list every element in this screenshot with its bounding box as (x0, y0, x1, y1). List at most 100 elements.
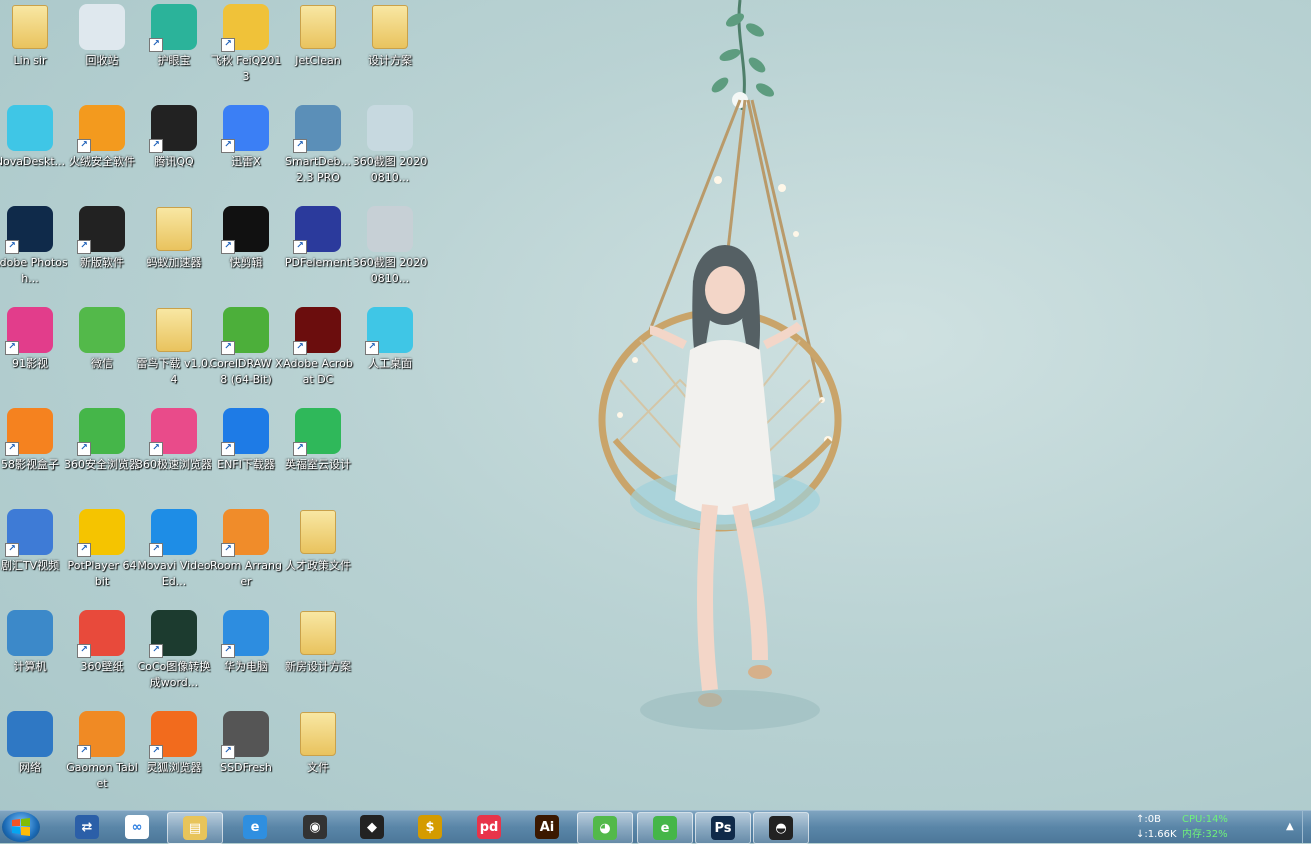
desktop-icon[interactable]: 网络 (0, 709, 66, 809)
desktop-icon[interactable]: ↗ Adobe Photosh... (0, 204, 68, 304)
taskbar-button-wechat-taskbar[interactable]: ◕ (577, 812, 633, 844)
desktop-icon[interactable]: ↗ 飞秋 FeiQ2013 (210, 2, 282, 102)
desktop-icon[interactable]: ↗ CorelDRAW X8 (64-Bit) (209, 305, 283, 405)
user-folder-icon (7, 4, 53, 50)
desktop-icon[interactable]: ↗ Gaomon Tablet (66, 709, 138, 809)
desktop-icon[interactable]: ↗ 灵狐浏览器 (138, 709, 210, 809)
desktop-icon[interactable]: ↗ 360壁纸 (66, 608, 138, 708)
desktop-icon-label: CorelDRAW X8 (64-Bit) (209, 357, 283, 386)
taskbar-button-baidu-netdisk[interactable]: ∞ (110, 812, 164, 842)
desktop-icon[interactable]: ↗ 华为电脑 (210, 608, 282, 708)
start-button[interactable] (2, 812, 40, 842)
qq-penguin-icon: ↗ (149, 105, 197, 153)
show-desktop-button[interactable] (1302, 811, 1311, 843)
taskbar-button-husky-app[interactable]: ◉ (288, 812, 342, 842)
screenshot-thumb-icon (367, 206, 413, 252)
shortcut-arrow-icon: ↗ (293, 240, 307, 254)
video-91-icon: ↗ (5, 307, 53, 355)
desktop-icon-label: 回收站 (85, 54, 119, 67)
taskbar-button-file-explorer[interactable]: ▤ (167, 812, 223, 844)
eye-care-icon: ↗ (149, 4, 197, 52)
desktop-icon[interactable]: 回收站 (66, 2, 138, 102)
taskbar-button-ie-browser[interactable]: e (228, 812, 282, 842)
desktop-icon[interactable]: ↗ 剧汇TV视频 (0, 507, 66, 607)
desktop-icon-label: NovaDeskt... (0, 155, 66, 168)
desktop-icon-label: 雷鸟下载 v1.0.4 (136, 357, 212, 386)
desktop-icon[interactable]: ↗ Movavi Video Ed... (137, 507, 211, 607)
shortcut-arrow-icon: ↗ (221, 442, 235, 456)
desktop-icon[interactable]: 设计方案 (354, 2, 426, 102)
desktop-icon[interactable]: ↗ 迅雷X (210, 103, 282, 203)
shortcut-arrow-icon: ↗ (77, 543, 91, 557)
desktop-icon-label: 快剪辑 (229, 256, 263, 269)
desktop-icon[interactable]: ↗ PotPlayer 64 bit (66, 507, 138, 607)
desktop-icon[interactable]: 蚂蚁加速器 (138, 204, 210, 304)
desktop-icon[interactable]: ↗ 58影视盒子 (0, 406, 66, 506)
desktop-icon[interactable]: ↗ SmartDeb... 2.3 PRO (282, 103, 354, 203)
shortcut-arrow-icon: ↗ (77, 240, 91, 254)
desktop-icon[interactable]: ↗ Room Arranger (210, 507, 282, 607)
desktop-icon[interactable]: ↗ SSDFresh (210, 709, 282, 809)
desktop-icon[interactable]: ↗ 护眼宝 (138, 2, 210, 102)
desktop-icon[interactable]: 文件 (282, 709, 354, 809)
desktop-icon-label: 火绒安全软件 (69, 155, 135, 168)
desktop-icon[interactable]: 雷鸟下载 v1.0.4 (136, 305, 212, 405)
desktop-icon[interactable]: ↗ PDFelement (282, 204, 354, 304)
tray-expand-icon[interactable]: ▲ (1286, 821, 1294, 832)
desktop-icon[interactable]: 360截图 20200810... (352, 103, 428, 203)
folder-icon (367, 4, 413, 50)
desktop-icon-label: SmartDeb... 2.3 PRO (285, 155, 351, 184)
desktop-icon[interactable]: ↗ 腾讯QQ (138, 103, 210, 203)
desktop-icon-label: 迅雷X (231, 155, 261, 168)
desktop-icon[interactable]: ↗ ENFI下载器 (210, 406, 282, 506)
desktop-icon-label: Adobe Acrobat DC (283, 357, 353, 386)
desktop-icon[interactable]: ↗ 360极速浏览器 (136, 406, 212, 506)
desktop-icon[interactable]: ↗ 360安全浏览器 (64, 406, 140, 506)
desktop-icon-label: 飞秋 FeiQ2013 (210, 54, 282, 83)
desktop-icon[interactable]: ↗ 火绒安全软件 (66, 103, 138, 203)
desktop-icon-label: 华为电脑 (224, 660, 268, 673)
desktop-icon-label: Room Arranger (210, 559, 282, 588)
shortcut-arrow-icon: ↗ (149, 442, 163, 456)
desktop-icon[interactable]: ↗ 人工桌面 (354, 305, 426, 405)
taskbar-button-photoshop-taskbar[interactable]: Ps (695, 812, 751, 844)
wallpaper-swing-girl (598, 0, 842, 730)
desktop-icon[interactable]: 计算机 (0, 608, 66, 708)
desktop-icon[interactable]: ↗ 快剪辑 (210, 204, 282, 304)
folder-doc-icon (295, 610, 341, 656)
desktop-icon-label: Lin sir (13, 54, 47, 67)
desktop-icon[interactable]: JetClean (282, 2, 354, 102)
taskbar-button-qq-taskbar[interactable]: ◓ (753, 812, 809, 844)
desktop-icon[interactable]: ↗ 英福室云设计 (282, 406, 354, 506)
desktop-icon-label: 360截图 20200810... (352, 155, 428, 184)
download-speed: ↓:1.66K (1136, 829, 1177, 840)
enfi-downloader-icon: ↗ (221, 408, 269, 456)
taskbar-button-remote-desktop[interactable]: ⇄ (60, 812, 114, 842)
desktop-icon-label: 蚂蚁加速器 (146, 256, 202, 269)
wallpaper-360-icon: ↗ (77, 610, 125, 658)
desktop-icon[interactable]: 360截图 20200810... (353, 204, 427, 304)
desktop-icon[interactable]: 微信 (66, 305, 138, 405)
desktop-icon[interactable]: ↗ CoCo图像转换成word... (138, 608, 210, 708)
nova-desktop-icon: ↗ (365, 307, 413, 355)
desktop-icon[interactable]: 新房设计方案 (282, 608, 354, 708)
taskbar-button-360-browser-taskbar[interactable]: e (637, 812, 693, 844)
network-monitor[interactable]: ↑:0B ↓:1.66K CPU:14% 内存:32% (1136, 813, 1236, 843)
taskbar-button-dollar-app[interactable]: $ (403, 812, 457, 842)
desktop-icon-label: Movavi Video Ed... (137, 559, 211, 588)
desktop-icon-label: 英福室云设计 (285, 458, 351, 471)
desktop-icon[interactable]: ↗ 91影视 (0, 305, 66, 405)
memory-usage: 内存:32% (1182, 829, 1228, 840)
kuaijianji-icon: ↗ (221, 206, 269, 254)
taskbar-button-cat-app[interactable]: ◆ (345, 812, 399, 842)
desktop-icon[interactable]: 人才政策文件 (282, 507, 354, 607)
desktop-icon[interactable]: Lin sir (0, 2, 66, 102)
shortcut-arrow-icon: ↗ (149, 139, 163, 153)
desktop-icon[interactable]: NovaDeskt... (0, 103, 66, 203)
desktop-icon[interactable]: ↗ 新版软件 (66, 204, 138, 304)
shortcut-arrow-icon: ↗ (221, 38, 235, 52)
taskbar-button-pdf-app[interactable]: pd (462, 812, 516, 842)
desktop-icon[interactable]: ↗ Adobe Acrobat DC (282, 305, 354, 405)
taskbar-button-illustrator[interactable]: Ai (520, 812, 574, 842)
acrobat-icon: ↗ (293, 307, 341, 355)
